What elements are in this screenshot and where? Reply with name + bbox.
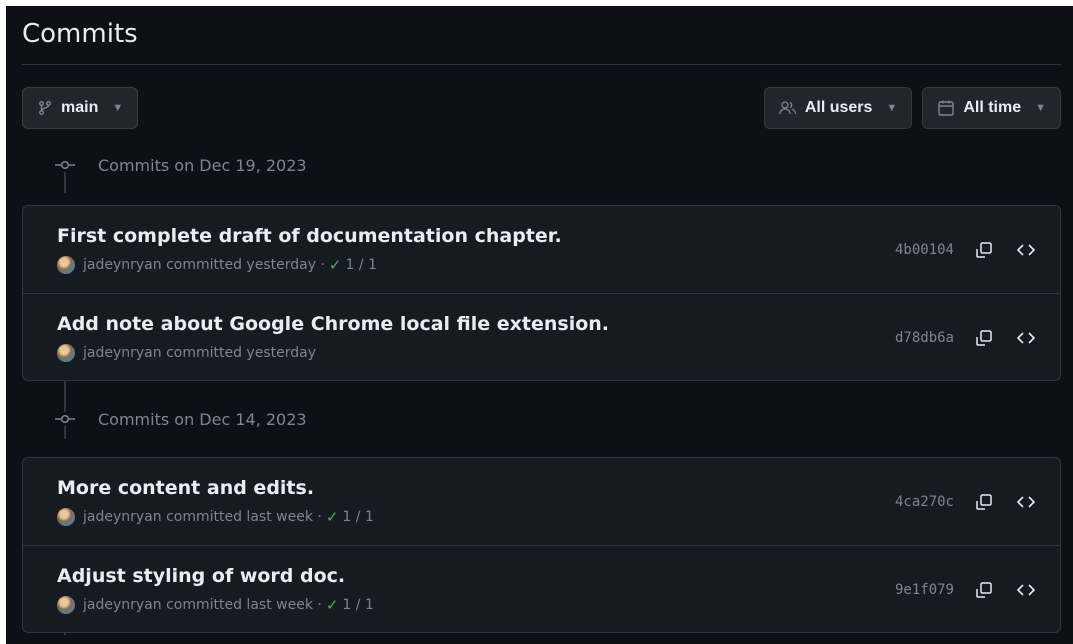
copy-icon[interactable] xyxy=(972,490,996,514)
chevron-down-icon: ▼ xyxy=(886,102,898,114)
check-icon[interactable]: ✓ xyxy=(326,596,339,614)
commit-row[interactable]: Adjust styling of word doc. jadeynryan c… xyxy=(23,545,1060,632)
code-icon[interactable] xyxy=(1014,490,1038,514)
git-branch-icon xyxy=(37,100,53,116)
time-filter-button[interactable]: All time ▼ xyxy=(922,87,1061,129)
commit-actions: 4b00104 xyxy=(895,238,1038,262)
filter-tools: All users ▼ All time ▼ xyxy=(763,87,1061,129)
commit-time: committed last week xyxy=(166,597,313,613)
commit-row[interactable]: More content and edits. jadeynryan commi… xyxy=(23,458,1060,545)
commit-author[interactable]: jadeynryan xyxy=(83,257,162,273)
commit-sha[interactable]: 4ca270c xyxy=(895,494,954,510)
branch-select-button[interactable]: main ▼ xyxy=(22,87,139,129)
check-status[interactable]: 1 / 1 xyxy=(342,509,373,525)
branch-label: main xyxy=(61,99,99,116)
commit-time: committed last week xyxy=(166,509,313,525)
git-commit-icon xyxy=(54,158,76,172)
code-icon[interactable] xyxy=(1014,238,1038,262)
users-filter-label: All users xyxy=(804,99,873,116)
time-filter-label: All time xyxy=(963,99,1022,116)
commit-actions: d78db6a xyxy=(895,326,1038,350)
git-commit-icon xyxy=(54,412,76,426)
commit-row[interactable]: Add note about Google Chrome local file … xyxy=(23,293,1060,380)
commit-author[interactable]: jadeynryan xyxy=(83,509,162,525)
commit-actions: 4ca270c xyxy=(895,490,1038,514)
commit-group-header: Commits on Dec 19, 2023 xyxy=(22,141,1061,189)
commit-sha[interactable]: 9e1f079 xyxy=(895,582,954,598)
avatar[interactable] xyxy=(57,508,75,526)
commit-group-date: Commits on Dec 19, 2023 xyxy=(98,155,307,175)
chevron-down-icon: ▼ xyxy=(112,102,124,114)
copy-icon[interactable] xyxy=(972,238,996,262)
meta-separator: · xyxy=(312,509,322,525)
commit-list: More content and edits. jadeynryan commi… xyxy=(22,457,1061,633)
commit-time: committed yesterday xyxy=(166,257,316,273)
commit-time: committed yesterday xyxy=(166,345,316,361)
page: Commits main ▼ All users ▼ All time ▼ Co… xyxy=(0,0,1073,644)
commit-actions: 9e1f079 xyxy=(895,578,1038,602)
commit-sha[interactable]: d78db6a xyxy=(895,330,954,346)
copy-icon[interactable] xyxy=(972,326,996,350)
toolbar: main ▼ All users ▼ All time ▼ xyxy=(22,87,1061,129)
meta-separator: · xyxy=(316,257,325,273)
check-icon[interactable]: ✓ xyxy=(329,256,342,274)
chevron-down-icon: ▼ xyxy=(1035,102,1046,114)
users-filter-button[interactable]: All users ▼ xyxy=(763,87,913,129)
commit-sha[interactable]: 4b00104 xyxy=(895,242,954,258)
commit-timeline: Commits on Dec 19, 2023 First complete d… xyxy=(22,141,1061,635)
avatar[interactable] xyxy=(57,344,75,362)
commit-author[interactable]: jadeynryan xyxy=(83,345,162,361)
code-icon[interactable] xyxy=(1014,326,1038,350)
commit-author[interactable]: jadeynryan xyxy=(83,597,162,613)
calendar-icon xyxy=(937,99,955,117)
avatar[interactable] xyxy=(57,596,75,614)
commit-group-date: Commits on Dec 14, 2023 xyxy=(98,409,307,429)
check-status[interactable]: 1 / 1 xyxy=(345,257,376,273)
code-icon[interactable] xyxy=(1014,578,1038,602)
check-icon[interactable]: ✓ xyxy=(326,508,339,526)
page-title: Commits xyxy=(22,0,1061,65)
commit-list: First complete draft of documentation ch… xyxy=(22,205,1061,381)
commit-row[interactable]: First complete draft of documentation ch… xyxy=(23,206,1060,293)
commit-group-header: Commits on Dec 14, 2023 xyxy=(22,395,1061,443)
meta-separator: · xyxy=(312,597,322,613)
copy-icon[interactable] xyxy=(972,578,996,602)
avatar[interactable] xyxy=(57,256,75,274)
check-status[interactable]: 1 / 1 xyxy=(342,597,373,613)
people-icon xyxy=(779,100,797,116)
